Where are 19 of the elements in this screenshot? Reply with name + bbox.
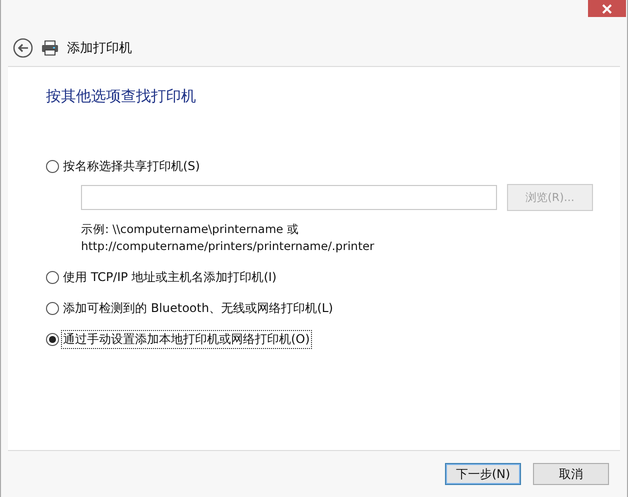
next-button[interactable]: 下一步(N) (445, 463, 521, 485)
option-label[interactable]: 通过手动设置添加本地打印机或网络打印机(O) (62, 330, 311, 348)
cancel-button[interactable]: 取消 (533, 463, 609, 485)
option-label[interactable]: 使用 TCP/IP 地址或主机名添加打印机(I) (62, 268, 278, 286)
example-text: 示例: \\computername\printername 或 (81, 221, 300, 238)
printer-name-field[interactable] (81, 185, 497, 210)
radio-button[interactable] (46, 270, 59, 284)
printer-icon (41, 40, 59, 56)
option-label[interactable]: 按名称选择共享打印机(S) (62, 158, 201, 174)
close-button[interactable] (588, 0, 626, 17)
close-icon (602, 4, 612, 14)
radio-button[interactable] (46, 160, 59, 172)
back-icon[interactable] (13, 38, 33, 58)
page-heading: 按其他选项查找打印机 (46, 87, 197, 106)
radio-button[interactable] (46, 302, 59, 314)
window-title: 添加打印机 (67, 40, 132, 57)
example-text: http://computername/printers/printername/.printer (81, 238, 376, 255)
option-label[interactable]: 添加可检测到的 Bluetooth、无线或网络打印机(L) (62, 300, 334, 316)
radio-button[interactable] (46, 332, 59, 346)
